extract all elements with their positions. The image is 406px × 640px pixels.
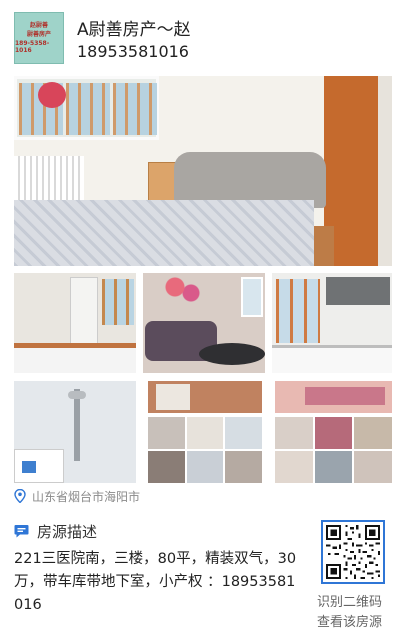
thumbnail[interactable] (354, 451, 392, 483)
thumbnail[interactable] (225, 417, 262, 449)
location-text: 山东省烟台市海阳市 (32, 489, 141, 504)
bathroom-photo[interactable] (14, 381, 136, 483)
agent-name: A尉善房产～赵 (77, 20, 191, 40)
kitchen-corner-photo[interactable] (14, 273, 136, 373)
room-photo[interactable] (148, 381, 262, 413)
qr-code[interactable] (321, 520, 385, 584)
thumbnail[interactable] (275, 451, 313, 483)
agency-logo: 赵尉善 尉善房产 189-5358-1016 (14, 12, 64, 64)
kitchen-photo[interactable] (272, 273, 392, 373)
thumbnail-grid-left (148, 417, 262, 483)
logo-line: 赵尉善 (29, 22, 48, 29)
qr-caption-scan: 识别二维码 (317, 595, 383, 610)
thumbnail[interactable] (148, 417, 185, 449)
red-sticker (38, 82, 66, 108)
location-row[interactable]: 山东省烟台市海阳市 (14, 486, 140, 506)
radiator (14, 156, 84, 202)
main-bedroom-photo[interactable] (14, 76, 392, 266)
thumbnail[interactable] (186, 451, 224, 483)
description-body: 221三医院南，三楼，80平，精装双气，30万，带车库带地下室，小产权 ：189… (14, 551, 297, 613)
thumbnail[interactable] (275, 417, 313, 449)
thumbnail[interactable] (354, 417, 392, 449)
bedroom-photo-2[interactable] (275, 381, 392, 413)
window-decor (14, 76, 159, 140)
living-room-photo[interactable] (143, 273, 265, 373)
logo-line: 尉善房产 (26, 31, 51, 38)
chat-bubble-icon (14, 525, 29, 538)
agent-header: 赵尉善 尉善房产 189-5358-1016 A尉善房产～赵 189535810… (0, 0, 406, 72)
thumbnail[interactable] (225, 451, 262, 483)
thumbnail[interactable] (148, 451, 185, 483)
thumbnail[interactable] (186, 417, 224, 449)
agent-phone[interactable]: 18953581016 (77, 42, 189, 61)
qr-code-icon (326, 525, 380, 579)
qr-caption-view: 查看该房源 (317, 615, 383, 630)
thumbnail-grid-right (275, 417, 392, 483)
description-header: 房源描述 (14, 520, 97, 542)
bed (14, 200, 314, 266)
location-pin-icon (14, 489, 26, 503)
logo-line: 189-5358-1016 (15, 40, 50, 54)
thumbnail[interactable] (314, 451, 353, 483)
thumbnail[interactable] (314, 417, 353, 449)
description-title: 房源描述 (37, 522, 98, 541)
